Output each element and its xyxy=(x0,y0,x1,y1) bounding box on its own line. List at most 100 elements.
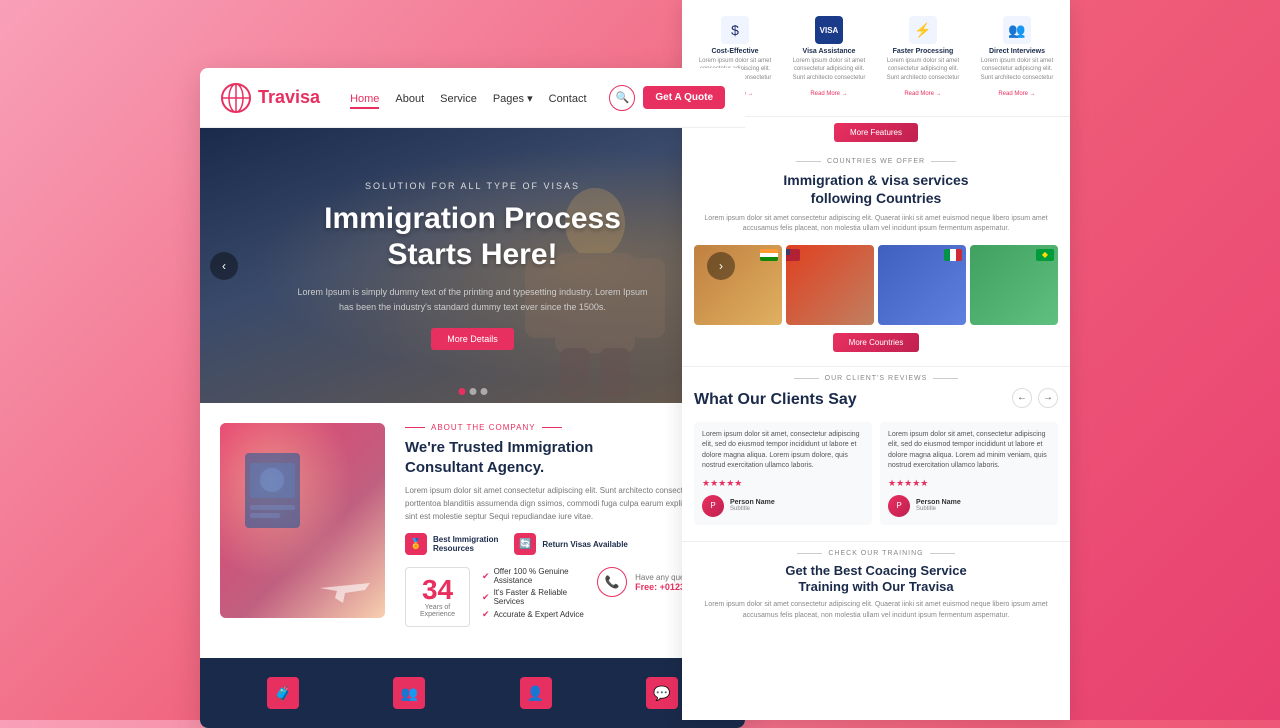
review-2-stars: ★★★★★ xyxy=(888,478,1050,489)
phone-icon[interactable]: 📞 xyxy=(597,567,627,597)
review-card-2: Lorem ipsum dolor sit amet, consectetur … xyxy=(880,422,1058,525)
about-description: Lorem ipsum dolor sit amet consectetur a… xyxy=(405,485,725,523)
us-flag xyxy=(786,249,800,261)
hero-next-button[interactable]: › xyxy=(707,252,735,280)
review-card-1: Lorem ipsum dolor sit amet, consectetur … xyxy=(694,422,872,525)
countries-section: COUNTRIES WE OFFER Immigration & visa se… xyxy=(682,148,1070,366)
visa-title: Visa Assistance xyxy=(788,48,870,55)
hero-title: Immigration ProcessStarts Here! xyxy=(298,201,648,273)
search-button[interactable]: 🔍 xyxy=(609,85,635,111)
author-2-role: Subtitle xyxy=(916,506,961,512)
logo[interactable]: Travisa xyxy=(220,82,320,114)
nav-right: 🔍 Get A Quote xyxy=(609,85,725,111)
feature-processing: ⚡ Faster Processing Lorem ipsum dolor si… xyxy=(878,10,968,106)
person-icon: 👤 xyxy=(520,677,552,709)
reviews-section: OUR CLIENT'S REVIEWS What Our Clients Sa… xyxy=(682,367,1070,542)
dollar-icon: $ xyxy=(721,16,749,44)
nav-pages[interactable]: Pages ▾ xyxy=(493,89,533,107)
countries-grid xyxy=(694,245,1058,325)
cost-title: Cost-Effective xyxy=(694,48,776,55)
hero-dots xyxy=(458,388,487,395)
globe-icon xyxy=(220,82,252,114)
countries-description: Lorem ipsum dolor sit amet consectetur a… xyxy=(694,214,1058,235)
navbar: Travisa Home About Service Pages ▾ Conta… xyxy=(200,68,745,128)
plane-graphic xyxy=(315,568,375,608)
interviews-link[interactable]: Read More → xyxy=(998,91,1035,97)
stat-2: 👥 xyxy=(393,677,425,709)
check-icon-2: ✔ xyxy=(482,592,490,603)
processing-icon: ⚡ xyxy=(909,16,937,44)
feature-interviews: 👥 Direct Interviews Lorem ipsum dolor si… xyxy=(972,10,1062,106)
nav-contact[interactable]: Contact xyxy=(549,89,587,107)
more-features-button[interactable]: More Features xyxy=(834,123,918,142)
author-1-role: Subtitle xyxy=(730,506,775,512)
about-title: We're Trusted ImmigrationConsultant Agen… xyxy=(405,438,725,477)
passport-graphic xyxy=(240,443,320,543)
services-list: ✔ Offer 100 % Genuine Assistance ✔ It's … xyxy=(482,567,585,623)
review-prev-button[interactable]: ← xyxy=(1012,388,1032,408)
hero-content: SOLUTION FOR ALL TYPE OF VISAS Immigrati… xyxy=(258,181,688,350)
author-2-avatar: P xyxy=(888,495,910,517)
country-brazil xyxy=(970,245,1058,325)
immigration-icon: 🏅 xyxy=(405,533,427,555)
hero-section: ‹ SOLUTION FOR ALL TYPE OF VISAS Immigra… xyxy=(200,128,745,403)
service-1: ✔ Offer 100 % Genuine Assistance xyxy=(482,567,585,585)
hero-description: Lorem Ipsum is simply dummy text of the … xyxy=(298,285,648,314)
visa-icon: 🔄 xyxy=(514,533,536,555)
hero-prev-button[interactable]: ‹ xyxy=(210,252,238,280)
author-2-name: Person Name xyxy=(916,499,961,506)
luggage-icon: 🧳 xyxy=(267,677,299,709)
review-1-stars: ★★★★★ xyxy=(702,478,864,489)
get-quote-button[interactable]: Get A Quote xyxy=(643,86,725,109)
country-austria xyxy=(878,245,966,325)
service-2: ✔ It's Faster & Reliable Services xyxy=(482,588,585,606)
review-2-text: Lorem ipsum dolor sit amet, consectetur … xyxy=(888,430,1050,472)
review-1-text: Lorem ipsum dolor sit amet, consectetur … xyxy=(702,430,864,472)
about-content: ABOUT THE COMPANY We're Trusted Immigrat… xyxy=(405,423,725,627)
more-countries-button[interactable]: More Countries xyxy=(833,333,920,352)
training-section-label: CHECK OUR TRAINING xyxy=(694,550,1058,557)
nav-service[interactable]: Service xyxy=(440,89,477,107)
processing-title: Faster Processing xyxy=(882,48,964,55)
about-image xyxy=(220,423,385,618)
brazil-flag xyxy=(1036,249,1054,261)
author-1-info: Person Name Subtitle xyxy=(730,499,775,512)
visa-link[interactable]: Read More → xyxy=(810,91,847,97)
hero-cta-button[interactable]: More Details xyxy=(431,328,514,350)
review-1-author: P Person Name Subtitle xyxy=(702,495,864,517)
country-india xyxy=(694,245,782,325)
feature-immigration: 🏅 Best ImmigrationResources xyxy=(405,533,498,555)
india-flag xyxy=(760,249,778,261)
chat-icon: 💬 xyxy=(646,677,678,709)
interviews-desc: Lorem ipsum dolor sit amet consectetur a… xyxy=(976,57,1058,82)
service-3: ✔ Accurate & Expert Advice xyxy=(482,609,585,620)
hero-dot-3[interactable] xyxy=(480,388,487,395)
stat-4: 💬 xyxy=(646,677,678,709)
reviews-title: What Our Clients Say xyxy=(694,390,857,411)
processing-desc: Lorem ipsum dolor sit amet consectetur a… xyxy=(882,57,964,82)
about-grid: ABOUT THE COMPANY We're Trusted Immigrat… xyxy=(220,423,725,627)
processing-link[interactable]: Read More → xyxy=(904,91,941,97)
nav-links: Home About Service Pages ▾ Contact xyxy=(350,89,586,107)
about-label: ABOUT THE COMPANY xyxy=(405,423,725,432)
countries-title: Immigration & visa servicesfollowing Cou… xyxy=(694,171,1058,207)
review-next-button[interactable]: → xyxy=(1038,388,1058,408)
years-label: Years ofExperience xyxy=(420,604,455,618)
service-2-label: It's Faster & Reliable Services xyxy=(494,588,586,606)
hero-dot-1[interactable] xyxy=(458,388,465,395)
training-title: Get the Best Coacing ServiceTraining wit… xyxy=(694,563,1058,597)
author-2-info: Person Name Subtitle xyxy=(916,499,961,512)
training-section: CHECK OUR TRAINING Get the Best Coacing … xyxy=(682,542,1070,630)
nav-about[interactable]: About xyxy=(395,89,424,107)
austria-flag xyxy=(944,249,962,261)
visa-card-icon: VISA xyxy=(815,16,843,44)
reviews-section-label: OUR CLIENT'S REVIEWS xyxy=(694,375,1058,382)
nav-home[interactable]: Home xyxy=(350,89,379,107)
review-cards: Lorem ipsum dolor sit amet, consectetur … xyxy=(694,422,1058,525)
interviews-title: Direct Interviews xyxy=(976,48,1058,55)
review-2-author: P Person Name Subtitle xyxy=(888,495,1050,517)
author-1-avatar: P xyxy=(702,495,724,517)
hero-dot-2[interactable] xyxy=(469,388,476,395)
feature-visa-label: Return Visas Available xyxy=(542,540,628,549)
service-3-label: Accurate & Expert Advice xyxy=(494,610,584,619)
